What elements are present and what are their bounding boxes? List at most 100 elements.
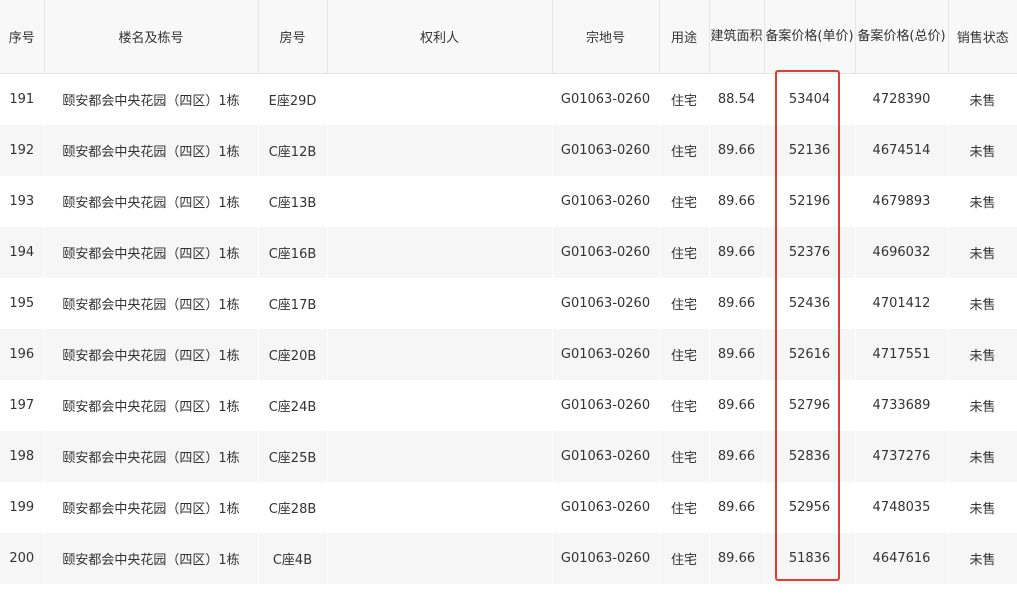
cell-owner [327, 431, 553, 482]
table-header: 序号 楼名及栋号 房号 权利人 宗地号 用途 建筑面积 备案价格(单价) 备案价… [0, 0, 1017, 74]
header-status: 销售状态 [948, 0, 1017, 74]
cell-owner [327, 329, 553, 380]
cell-parcel: G01063-0260 [552, 533, 660, 584]
cell-parcel: G01063-0260 [552, 431, 660, 482]
cell-total-price: 4748035 [855, 482, 949, 533]
cell-status: 未售 [948, 73, 1017, 125]
cell-unit-price: 52956 [764, 482, 856, 533]
cell-room: C座28B [258, 482, 328, 533]
cell-area: 89.66 [709, 227, 765, 278]
cell-status: 未售 [948, 431, 1017, 482]
cell-status: 未售 [948, 482, 1017, 533]
header-room: 房号 [258, 0, 328, 74]
cell-area: 89.66 [709, 125, 765, 176]
header-usage: 用途 [659, 0, 710, 74]
cell-seq: 191 [0, 73, 45, 125]
table-row: 198 颐安都会中央花园（四区）1栋 C座25B G01063-0260 住宅 89.66… [0, 431, 1017, 482]
cell-owner [327, 278, 553, 329]
cell-room: E座29D [258, 73, 328, 125]
cell-owner [327, 533, 553, 584]
table-row: 194 颐安都会中央花园（四区）1栋 C座16B G01063-0260 住宅 89.66… [0, 227, 1017, 278]
cell-area: 89.66 [709, 482, 765, 533]
cell-building: 颐安都会中央花园（四区）1栋 [44, 176, 259, 227]
cell-unit-price: 52136 [764, 125, 856, 176]
cell-status: 未售 [948, 125, 1017, 176]
cell-owner [327, 482, 553, 533]
cell-seq: 197 [0, 380, 45, 431]
cell-total-price: 4701412 [855, 278, 949, 329]
cell-usage: 住宅 [659, 176, 710, 227]
header-seq: 序号 [0, 0, 45, 74]
cell-building: 颐安都会中央花园（四区）1栋 [44, 278, 259, 329]
cell-owner [327, 227, 553, 278]
cell-seq: 196 [0, 329, 45, 380]
housing-price-table: 序号 楼名及栋号 房号 权利人 宗地号 用途 建筑面积 备案价格(单价) 备案价… [0, 0, 1017, 584]
cell-room: C座13B [258, 176, 328, 227]
cell-building: 颐安都会中央花园（四区）1栋 [44, 380, 259, 431]
cell-total-price: 4733689 [855, 380, 949, 431]
cell-usage: 住宅 [659, 431, 710, 482]
cell-usage: 住宅 [659, 533, 710, 584]
table-row: 197 颐安都会中央花园（四区）1栋 C座24B G01063-0260 住宅 89.66… [0, 380, 1017, 431]
cell-seq: 192 [0, 125, 45, 176]
table-row: 195 颐安都会中央花园（四区）1栋 C座17B G01063-0260 住宅 89.66… [0, 278, 1017, 329]
cell-unit-price: 52836 [764, 431, 856, 482]
cell-unit-price: 52616 [764, 329, 856, 380]
cell-area: 89.66 [709, 380, 765, 431]
table-body: 191 颐安都会中央花园（四区）1栋 E座29D G01063-0260 住宅 88.54… [0, 73, 1017, 584]
cell-unit-price: 51836 [764, 533, 856, 584]
cell-parcel: G01063-0260 [552, 227, 660, 278]
cell-total-price: 4696032 [855, 227, 949, 278]
cell-usage: 住宅 [659, 329, 710, 380]
cell-building: 颐安都会中央花园（四区）1栋 [44, 227, 259, 278]
header-unit-price: 备案价格(单价) [764, 0, 856, 74]
cell-parcel: G01063-0260 [552, 278, 660, 329]
cell-status: 未售 [948, 533, 1017, 584]
cell-building: 颐安都会中央花园（四区）1栋 [44, 125, 259, 176]
cell-total-price: 4674514 [855, 125, 949, 176]
cell-seq: 199 [0, 482, 45, 533]
table-row: 191 颐安都会中央花园（四区）1栋 E座29D G01063-0260 住宅 88.54… [0, 73, 1017, 125]
cell-status: 未售 [948, 227, 1017, 278]
listing-table-container: 序号 楼名及栋号 房号 权利人 宗地号 用途 建筑面积 备案价格(单价) 备案价… [0, 0, 1017, 596]
cell-area: 89.66 [709, 329, 765, 380]
cell-status: 未售 [948, 176, 1017, 227]
header-parcel: 宗地号 [552, 0, 660, 74]
cell-room: C座16B [258, 227, 328, 278]
cell-unit-price: 52196 [764, 176, 856, 227]
table-row: 193 颐安都会中央花园（四区）1栋 C座13B G01063-0260 住宅 89.66… [0, 176, 1017, 227]
cell-owner [327, 176, 553, 227]
cell-room: C座17B [258, 278, 328, 329]
header-row: 序号 楼名及栋号 房号 权利人 宗地号 用途 建筑面积 备案价格(单价) 备案价… [0, 0, 1017, 74]
cell-room: C座24B [258, 380, 328, 431]
cell-usage: 住宅 [659, 482, 710, 533]
header-building: 楼名及栋号 [44, 0, 259, 74]
cell-unit-price: 53404 [764, 73, 856, 125]
cell-parcel: G01063-0260 [552, 125, 660, 176]
cell-usage: 住宅 [659, 125, 710, 176]
cell-usage: 住宅 [659, 278, 710, 329]
header-owner: 权利人 [327, 0, 553, 74]
cell-parcel: G01063-0260 [552, 73, 660, 125]
cell-unit-price: 52376 [764, 227, 856, 278]
cell-total-price: 4679893 [855, 176, 949, 227]
table-row: 200 颐安都会中央花园（四区）1栋 C座4B G01063-0260 住宅 89.66 5… [0, 533, 1017, 584]
cell-unit-price: 52436 [764, 278, 856, 329]
cell-usage: 住宅 [659, 227, 710, 278]
cell-total-price: 4647616 [855, 533, 949, 584]
cell-room: C座12B [258, 125, 328, 176]
header-area: 建筑面积 [709, 0, 765, 74]
table-row: 199 颐安都会中央花园（四区）1栋 C座28B G01063-0260 住宅 89.66… [0, 482, 1017, 533]
cell-owner [327, 125, 553, 176]
table-row: 192 颐安都会中央花园（四区）1栋 C座12B G01063-0260 住宅 89.66… [0, 125, 1017, 176]
cell-usage: 住宅 [659, 73, 710, 125]
cell-total-price: 4717551 [855, 329, 949, 380]
cell-total-price: 4728390 [855, 73, 949, 125]
cell-area: 89.66 [709, 176, 765, 227]
cell-seq: 193 [0, 176, 45, 227]
header-total-price: 备案价格(总价) [855, 0, 949, 74]
cell-parcel: G01063-0260 [552, 176, 660, 227]
cell-parcel: G01063-0260 [552, 329, 660, 380]
cell-room: C座25B [258, 431, 328, 482]
cell-area: 89.66 [709, 431, 765, 482]
